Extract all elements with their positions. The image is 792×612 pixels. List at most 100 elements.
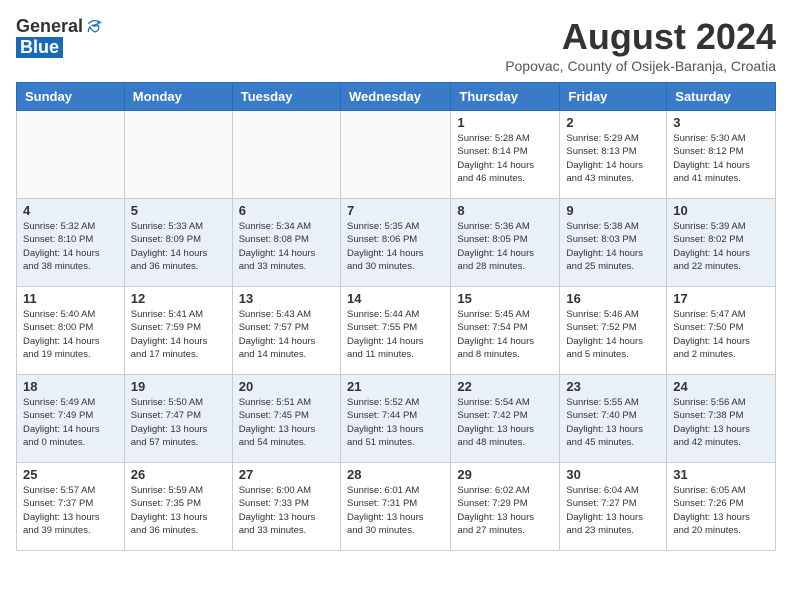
day-number: 14 (347, 291, 444, 306)
calendar-day-cell: 13 Sunrise: 5:43 AM Sunset: 7:57 PM Dayli… (232, 287, 340, 375)
day-number: 8 (457, 203, 553, 218)
day-number: 25 (23, 467, 118, 482)
day-number: 30 (566, 467, 660, 482)
day-number: 19 (131, 379, 226, 394)
day-info: Sunrise: 5:43 AM Sunset: 7:57 PM Dayligh… (239, 308, 334, 361)
day-info: Sunrise: 6:00 AM Sunset: 7:33 PM Dayligh… (239, 484, 334, 537)
day-info: Sunrise: 5:47 AM Sunset: 7:50 PM Dayligh… (673, 308, 769, 361)
calendar-day-cell: 28 Sunrise: 6:01 AM Sunset: 7:31 PM Dayli… (340, 463, 450, 551)
day-info: Sunrise: 6:01 AM Sunset: 7:31 PM Dayligh… (347, 484, 444, 537)
calendar-day-cell: 16Sunrise: 5:46 AM Sunset: 7:52 PM Dayli… (560, 287, 667, 375)
day-info: Sunrise: 5:59 AM Sunset: 7:35 PM Dayligh… (131, 484, 226, 537)
logo-general-text: General (16, 16, 83, 37)
calendar-day-cell: 21 Sunrise: 5:52 AM Sunset: 7:44 PM Dayli… (340, 375, 450, 463)
day-number: 6 (239, 203, 334, 218)
day-number: 26 (131, 467, 226, 482)
day-info: Sunrise: 5:38 AM Sunset: 8:03 PM Dayligh… (566, 220, 660, 273)
calendar-week-row: 11 Sunrise: 5:40 AM Sunset: 8:00 PM Dayli… (17, 287, 776, 375)
calendar-header-row: SundayMondayTuesdayWednesdayThursdayFrid… (17, 83, 776, 111)
day-number: 21 (347, 379, 444, 394)
day-info: Sunrise: 6:05 AM Sunset: 7:26 PM Dayligh… (673, 484, 769, 537)
calendar-day-cell: 10Sunrise: 5:39 AM Sunset: 8:02 PM Dayli… (667, 199, 776, 287)
day-number: 13 (239, 291, 334, 306)
day-number: 24 (673, 379, 769, 394)
day-number: 16 (566, 291, 660, 306)
day-info: Sunrise: 5:36 AM Sunset: 8:05 PM Dayligh… (457, 220, 553, 273)
day-info: Sunrise: 5:35 AM Sunset: 8:06 PM Dayligh… (347, 220, 444, 273)
calendar-week-row: 25Sunrise: 5:57 AM Sunset: 7:37 PM Dayli… (17, 463, 776, 551)
calendar-day-cell: 8 Sunrise: 5:36 AM Sunset: 8:05 PM Daylig… (451, 199, 560, 287)
weekday-header-tuesday: Tuesday (232, 83, 340, 111)
calendar-day-cell: 7 Sunrise: 5:35 AM Sunset: 8:06 PM Daylig… (340, 199, 450, 287)
calendar-body: 1 Sunrise: 5:28 AM Sunset: 8:14 PM Daylig… (17, 111, 776, 551)
calendar-day-cell: 12 Sunrise: 5:41 AM Sunset: 7:59 PM Dayli… (124, 287, 232, 375)
day-info: Sunrise: 5:41 AM Sunset: 7:59 PM Dayligh… (131, 308, 226, 361)
day-number: 17 (673, 291, 769, 306)
day-number: 20 (239, 379, 334, 394)
location-subtitle: Popovac, County of Osijek-Baranja, Croat… (505, 58, 776, 74)
calendar-week-row: 4Sunrise: 5:32 AM Sunset: 8:10 PM Daylig… (17, 199, 776, 287)
day-number: 7 (347, 203, 444, 218)
day-number: 29 (457, 467, 553, 482)
calendar-day-cell: 19 Sunrise: 5:50 AM Sunset: 7:47 PM Dayli… (124, 375, 232, 463)
calendar-day-cell (124, 111, 232, 199)
title-area: August 2024 Popovac, County of Osijek-Ba… (505, 16, 776, 74)
day-info: Sunrise: 5:54 AM Sunset: 7:42 PM Dayligh… (457, 396, 553, 449)
day-info: Sunrise: 5:39 AM Sunset: 8:02 PM Dayligh… (673, 220, 769, 273)
day-info: Sunrise: 5:40 AM Sunset: 8:00 PM Dayligh… (23, 308, 118, 361)
calendar-day-cell: 22 Sunrise: 5:54 AM Sunset: 7:42 PM Dayli… (451, 375, 560, 463)
day-number: 15 (457, 291, 553, 306)
calendar-week-row: 1 Sunrise: 5:28 AM Sunset: 8:14 PM Daylig… (17, 111, 776, 199)
day-info: Sunrise: 5:28 AM Sunset: 8:14 PM Dayligh… (457, 132, 553, 185)
calendar-week-row: 18Sunrise: 5:49 AM Sunset: 7:49 PM Dayli… (17, 375, 776, 463)
day-number: 22 (457, 379, 553, 394)
day-number: 31 (673, 467, 769, 482)
weekday-header-monday: Monday (124, 83, 232, 111)
calendar-day-cell (17, 111, 125, 199)
day-info: Sunrise: 5:33 AM Sunset: 8:09 PM Dayligh… (131, 220, 226, 273)
calendar-day-cell: 25Sunrise: 5:57 AM Sunset: 7:37 PM Dayli… (17, 463, 125, 551)
page-header: General Blue August 2024 Popovac, County… (16, 16, 776, 74)
day-number: 1 (457, 115, 553, 130)
calendar-day-cell (340, 111, 450, 199)
day-info: Sunrise: 5:50 AM Sunset: 7:47 PM Dayligh… (131, 396, 226, 449)
day-number: 18 (23, 379, 118, 394)
day-info: Sunrise: 5:29 AM Sunset: 8:13 PM Dayligh… (566, 132, 660, 185)
day-number: 12 (131, 291, 226, 306)
calendar-day-cell (232, 111, 340, 199)
calendar-day-cell: 15 Sunrise: 5:45 AM Sunset: 7:54 PM Dayli… (451, 287, 560, 375)
day-info: Sunrise: 5:44 AM Sunset: 7:55 PM Dayligh… (347, 308, 444, 361)
weekday-header-saturday: Saturday (667, 83, 776, 111)
day-info: Sunrise: 5:55 AM Sunset: 7:40 PM Dayligh… (566, 396, 660, 449)
day-number: 3 (673, 115, 769, 130)
calendar-table: SundayMondayTuesdayWednesdayThursdayFrid… (16, 82, 776, 551)
day-number: 4 (23, 203, 118, 218)
calendar-day-cell: 26 Sunrise: 5:59 AM Sunset: 7:35 PM Dayli… (124, 463, 232, 551)
calendar-day-cell: 17 Sunrise: 5:47 AM Sunset: 7:50 PM Dayli… (667, 287, 776, 375)
logo: General Blue (16, 16, 105, 58)
calendar-day-cell: 20 Sunrise: 5:51 AM Sunset: 7:45 PM Dayli… (232, 375, 340, 463)
day-number: 2 (566, 115, 660, 130)
day-info: Sunrise: 5:45 AM Sunset: 7:54 PM Dayligh… (457, 308, 553, 361)
day-number: 9 (566, 203, 660, 218)
calendar-day-cell: 3 Sunrise: 5:30 AM Sunset: 8:12 PM Daylig… (667, 111, 776, 199)
calendar-day-cell: 1 Sunrise: 5:28 AM Sunset: 8:14 PM Daylig… (451, 111, 560, 199)
calendar-day-cell: 11 Sunrise: 5:40 AM Sunset: 8:00 PM Dayli… (17, 287, 125, 375)
day-number: 11 (23, 291, 118, 306)
logo-blue-text: Blue (16, 37, 63, 58)
calendar-day-cell: 24Sunrise: 5:56 AM Sunset: 7:38 PM Dayli… (667, 375, 776, 463)
day-info: Sunrise: 6:04 AM Sunset: 7:27 PM Dayligh… (566, 484, 660, 537)
calendar-day-cell: 31 Sunrise: 6:05 AM Sunset: 7:26 PM Dayli… (667, 463, 776, 551)
day-info: Sunrise: 5:52 AM Sunset: 7:44 PM Dayligh… (347, 396, 444, 449)
day-info: Sunrise: 5:51 AM Sunset: 7:45 PM Dayligh… (239, 396, 334, 449)
calendar-day-cell: 6Sunrise: 5:34 AM Sunset: 8:08 PM Daylig… (232, 199, 340, 287)
month-title: August 2024 (505, 16, 776, 58)
calendar-day-cell: 29Sunrise: 6:02 AM Sunset: 7:29 PM Dayli… (451, 463, 560, 551)
calendar-day-cell: 14 Sunrise: 5:44 AM Sunset: 7:55 PM Dayli… (340, 287, 450, 375)
calendar-day-cell: 9 Sunrise: 5:38 AM Sunset: 8:03 PM Daylig… (560, 199, 667, 287)
day-info: Sunrise: 5:30 AM Sunset: 8:12 PM Dayligh… (673, 132, 769, 185)
calendar-day-cell: 2 Sunrise: 5:29 AM Sunset: 8:13 PM Daylig… (560, 111, 667, 199)
weekday-header-friday: Friday (560, 83, 667, 111)
day-number: 28 (347, 467, 444, 482)
day-number: 23 (566, 379, 660, 394)
